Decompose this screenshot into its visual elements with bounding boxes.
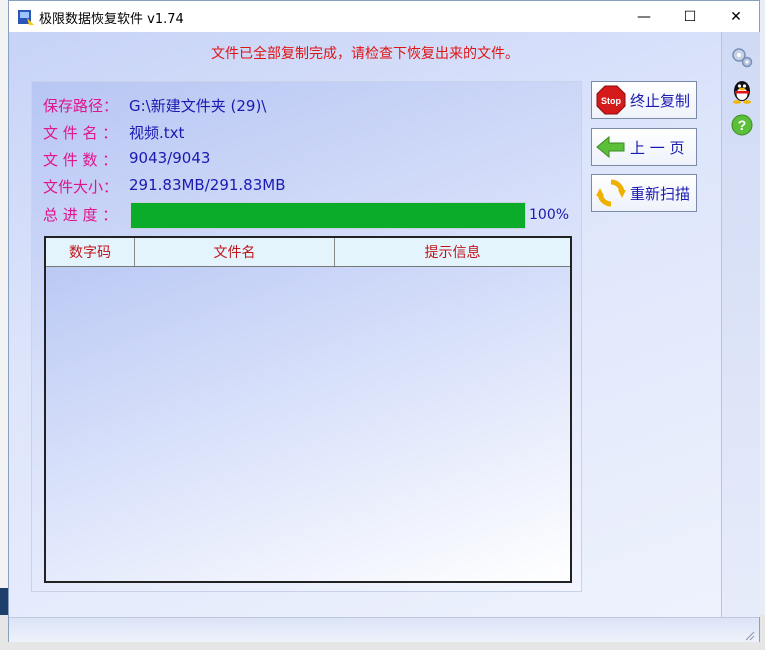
stop-icon-text: Stop (601, 96, 621, 106)
app-window: 极限数据恢复软件 v1.74 — ☐ ✕ 文件已全部复制完成，请检查下恢复出来的… (8, 0, 760, 642)
stop-sign-icon: Stop (595, 84, 627, 116)
resize-grip-icon[interactable] (743, 626, 755, 641)
close-button[interactable]: ✕ (713, 1, 759, 32)
file-count-value: 9043/9043 (129, 149, 211, 167)
rescan-label: 重新扫描 (630, 184, 691, 203)
file-name-row: 文 件 名 ： 视频.txt (43, 122, 184, 143)
save-path-row: 保存路径： G:\新建文件夹 (29)\ (43, 95, 266, 116)
previous-page-button[interactable]: 上 一 页 (591, 128, 697, 166)
settings-gear-icon[interactable] (729, 44, 755, 70)
file-size-value: 291.83MB/291.83MB (129, 176, 286, 194)
file-size-label: 文件大小： (43, 178, 119, 196)
file-name-label: 文 件 名 ： (43, 124, 118, 142)
status-message: 文件已全部复制完成，请检查下恢复出来的文件。 (211, 46, 519, 62)
file-list-table[interactable]: 数字码 文件名 提示信息 (44, 236, 572, 583)
progress-bar-fill (131, 203, 525, 228)
file-name-value: 视频.txt (129, 124, 185, 142)
rescan-button[interactable]: 重新扫描 (591, 174, 697, 212)
save-path-label: 保存路径： (43, 97, 119, 115)
svg-text:?: ? (738, 117, 747, 133)
file-count-label: 文 件 数 ： (43, 151, 118, 169)
stop-copy-label: 终止复制 (630, 91, 691, 110)
copy-progress-panel: 保存路径： G:\新建文件夹 (29)\ 文 件 名 ： 视频.txt 文 件 … (31, 81, 582, 592)
file-size-row: 文件大小： 291.83MB/291.83MB (43, 176, 286, 197)
column-header-code[interactable]: 数字码 (46, 238, 135, 266)
maximize-button[interactable]: ☐ (667, 1, 713, 32)
help-question-icon[interactable]: ? (729, 112, 755, 138)
previous-page-label: 上 一 页 (630, 138, 685, 157)
stop-copy-button[interactable]: Stop 终止复制 (591, 81, 697, 119)
progress-bar (130, 202, 526, 229)
progress-percent: 100% (529, 207, 570, 223)
title-bar[interactable]: 极限数据恢复软件 v1.74 — ☐ ✕ (9, 1, 759, 32)
progress-row: 总 进 度 ： (43, 204, 129, 225)
file-count-row: 文 件 数 ： 9043/9043 (43, 149, 210, 170)
app-logo-icon (17, 8, 35, 26)
refresh-icon (595, 177, 627, 209)
arrow-left-icon (595, 131, 627, 163)
table-header: 数字码 文件名 提示信息 (46, 238, 570, 267)
status-bar (9, 617, 759, 642)
column-header-hint[interactable]: 提示信息 (335, 238, 570, 266)
column-header-filename[interactable]: 文件名 (135, 238, 335, 266)
qq-penguin-icon[interactable] (729, 78, 755, 104)
minimize-button[interactable]: — (621, 1, 667, 32)
progress-label: 总 进 度 ： (43, 206, 118, 224)
client-area: 文件已全部复制完成，请检查下恢复出来的文件。 保存路径： G:\新建文件夹 (2… (9, 32, 721, 617)
side-toolbar: ? (721, 32, 760, 617)
window-title: 极限数据恢复软件 v1.74 (39, 12, 184, 27)
save-path-value: G:\新建文件夹 (29)\ (129, 97, 267, 115)
